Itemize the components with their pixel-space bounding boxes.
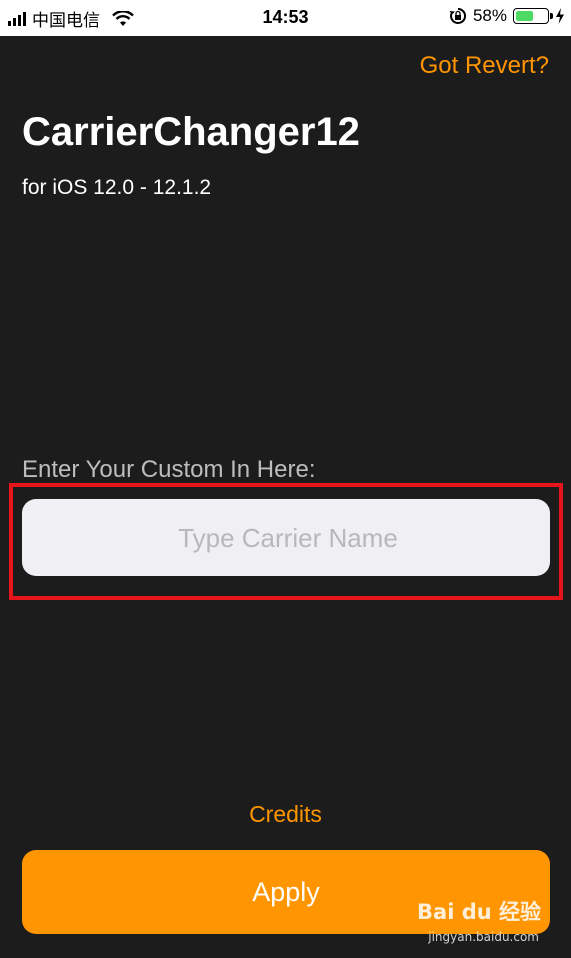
orientation-lock-icon bbox=[449, 7, 466, 24]
charging-bolt-icon bbox=[556, 8, 564, 24]
credits-button[interactable]: Credits bbox=[0, 801, 571, 828]
battery-icon bbox=[513, 8, 553, 24]
carrier-name-input[interactable] bbox=[22, 499, 554, 578]
app-screen: 中国电信 14:53 58% Got Revert? CarrierChange… bbox=[0, 0, 571, 958]
status-bar-right: 58% bbox=[449, 6, 565, 26]
battery-level-fill bbox=[516, 11, 533, 21]
got-revert-link[interactable]: Got Revert? bbox=[420, 52, 549, 80]
app-subtitle: for iOS 12.0 - 12.1.2 bbox=[22, 176, 212, 199]
app-title: CarrierChanger12 bbox=[22, 110, 360, 154]
battery-percent: 58% bbox=[472, 6, 507, 25]
custom-carrier-label: Enter Your Custom In Here: bbox=[22, 456, 316, 483]
baidu-jingyan-watermark: Bai du 经验 bbox=[417, 900, 541, 924]
carrier-input-container bbox=[22, 499, 554, 578]
status-bar: 中国电信 14:53 58% bbox=[0, 0, 571, 36]
watermark-url: jingyan.baidu.com bbox=[428, 930, 539, 944]
